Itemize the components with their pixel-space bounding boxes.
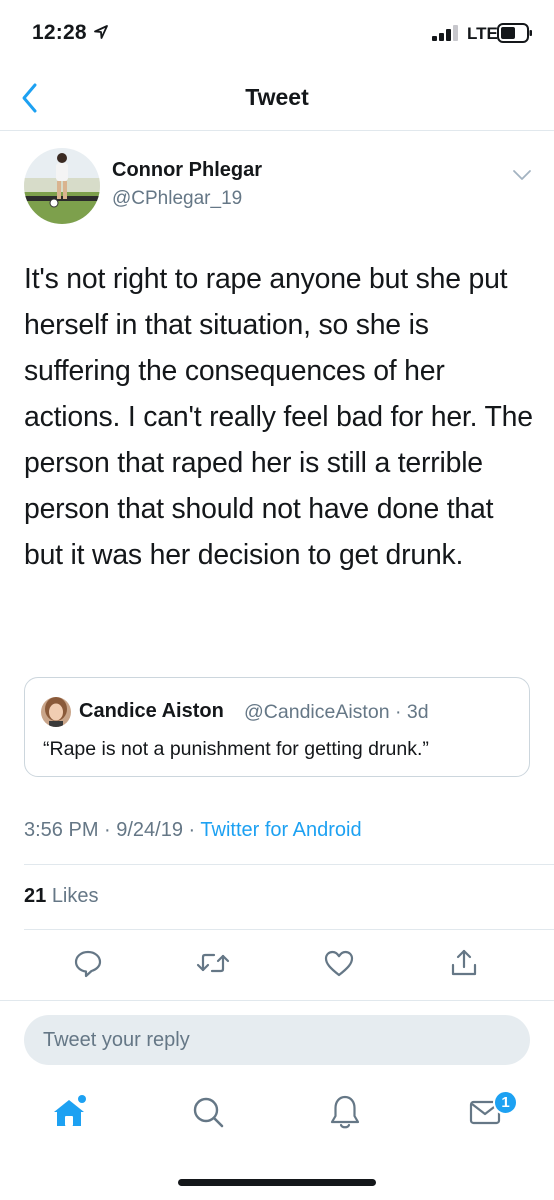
quoted-author-meta: @CandiceAiston · 3d <box>244 701 429 723</box>
network-type: LTE <box>467 24 498 43</box>
likes-label: Likes <box>51 885 99 907</box>
signal-icon <box>432 25 458 41</box>
like-icon <box>324 950 354 977</box>
tab-home[interactable] <box>47 1090 91 1134</box>
quoted-tweet-text: “Rape is not a punishment for getting dr… <box>43 738 429 760</box>
like-button[interactable] <box>321 946 357 980</box>
notifications-icon <box>330 1095 360 1129</box>
reply-button[interactable] <box>70 946 106 980</box>
retweet-icon <box>196 953 230 973</box>
page-title: Tweet <box>245 84 309 110</box>
author-handle[interactable]: @CPhlegar_19 <box>112 188 242 210</box>
tab-search[interactable] <box>186 1090 230 1134</box>
reply-icon <box>74 950 102 978</box>
avatar-photo <box>41 697 71 727</box>
tweet-timestamp: 3:56 PM · 9/24/19 · Twitter for Android <box>24 819 362 842</box>
quoted-author-avatar <box>41 697 71 727</box>
likes-count[interactable]: 21 Likes <box>24 885 99 908</box>
nav-divider <box>0 130 554 131</box>
tweet-source-link[interactable]: Twitter for Android <box>200 819 361 841</box>
chevron-down-icon <box>513 170 531 180</box>
home-indicator <box>178 1179 376 1186</box>
battery-icon <box>497 23 532 43</box>
share-button[interactable] <box>446 946 482 980</box>
avatar-photo <box>24 148 100 224</box>
divider <box>0 1000 554 1001</box>
reply-input[interactable] <box>24 1015 530 1065</box>
timestamp-text: 3:56 PM · 9/24/19 · <box>24 819 201 841</box>
author-name[interactable]: Connor Phlegar <box>112 159 262 182</box>
search-icon <box>193 1097 224 1128</box>
quoted-author-name: Candice Aiston <box>79 700 224 722</box>
retweet-button[interactable] <box>195 946 231 980</box>
messages-badge: 1 <box>493 1090 518 1115</box>
tweet-options-button[interactable] <box>510 165 534 185</box>
home-icon <box>54 1095 86 1126</box>
divider <box>24 929 554 930</box>
divider <box>24 864 554 865</box>
author-avatar[interactable] <box>24 148 100 224</box>
tweet-text: It's not right to rape anyone but she pu… <box>24 263 533 571</box>
share-icon <box>451 949 477 976</box>
likes-number: 21 <box>24 885 47 907</box>
status-time: 12:28 <box>32 21 87 44</box>
quoted-tweet-card[interactable] <box>24 677 530 777</box>
location-arrow-icon <box>94 25 108 39</box>
tab-notifications[interactable] <box>323 1090 367 1134</box>
